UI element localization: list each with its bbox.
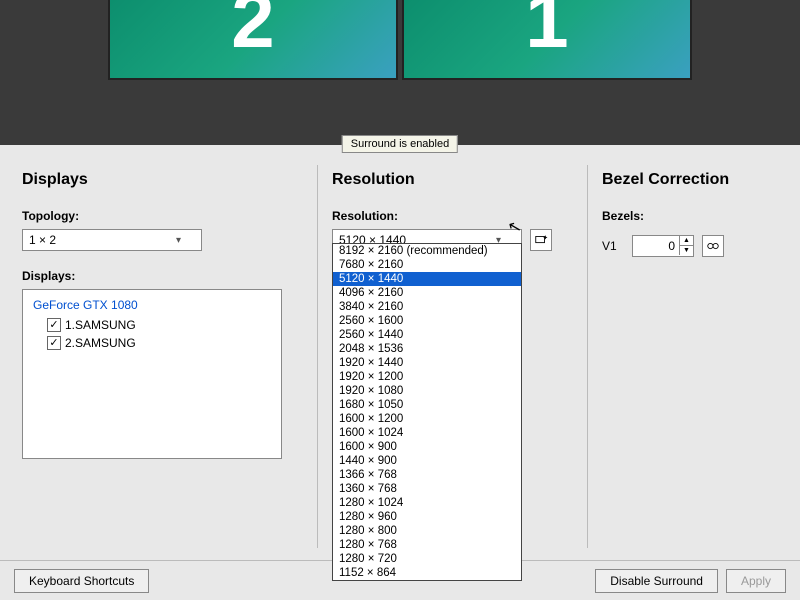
bezel-link-button[interactable]: [702, 235, 724, 257]
surround-enabled-tooltip: Surround is enabled: [342, 135, 458, 153]
resolution-option[interactable]: 2560 × 1600: [333, 314, 521, 328]
display-item-label: 2.SAMSUNG: [65, 336, 136, 350]
checkbox-checked-icon[interactable]: ✓: [47, 336, 61, 350]
resolution-option[interactable]: 1920 × 1440: [333, 356, 521, 370]
displays-list-label: Displays:: [22, 269, 303, 283]
bezel-v1-input[interactable]: [633, 236, 679, 256]
bezel-v1-label: V1: [602, 239, 624, 253]
resolution-option[interactable]: 1280 × 800: [333, 524, 521, 538]
resolution-dropdown-list[interactable]: 8192 × 2160 (recommended)7680 × 21605120…: [332, 243, 522, 581]
resolution-option[interactable]: 2048 × 1536: [333, 342, 521, 356]
resolution-option[interactable]: 8192 × 2160 (recommended): [333, 244, 521, 258]
display-item-label: 1.SAMSUNG: [65, 318, 136, 332]
resolution-option[interactable]: 1360 × 768: [333, 482, 521, 496]
resolution-option[interactable]: 3840 × 2160: [333, 300, 521, 314]
resolution-option[interactable]: 1280 × 720: [333, 552, 521, 566]
resolution-panel-title: Resolution: [332, 171, 573, 189]
link-icon: [706, 239, 720, 253]
resolution-option[interactable]: 1280 × 768: [333, 538, 521, 552]
topology-selected-value: 1 × 2: [29, 233, 56, 247]
keyboard-shortcuts-button[interactable]: Keyboard Shortcuts: [14, 569, 149, 593]
displays-list: GeForce GTX 1080 ✓ 1.SAMSUNG ✓ 2.SAMSUNG: [22, 289, 282, 459]
resolution-option[interactable]: 7680 × 2160: [333, 258, 521, 272]
bezel-correction-panel: Bezel Correction Bezels: V1 ▲ ▼: [588, 165, 792, 548]
resolution-panel: Resolution Resolution: 5120 × 1440 ▾ ↖ 8…: [318, 165, 588, 548]
resolution-option[interactable]: 1600 × 900: [333, 440, 521, 454]
chevron-down-icon: ▾: [176, 235, 181, 246]
spinner-up-icon[interactable]: ▲: [679, 236, 693, 246]
display-item-1[interactable]: ✓ 1.SAMSUNG: [47, 318, 271, 332]
resolution-option[interactable]: 5120 × 1440: [333, 272, 521, 286]
resolution-label: Resolution:: [332, 209, 573, 223]
topology-label: Topology:: [22, 209, 303, 223]
topology-select[interactable]: 1 × 2 ▾: [22, 229, 202, 251]
resolution-option[interactable]: 1280 × 960: [333, 510, 521, 524]
resolution-option[interactable]: 1600 × 1024: [333, 426, 521, 440]
gpu-name: GeForce GTX 1080: [33, 298, 271, 312]
resolution-option[interactable]: 1152 × 864: [333, 566, 521, 580]
monitor-preview-area: 2 1 Surround is enabled: [0, 0, 800, 145]
checkbox-checked-icon[interactable]: ✓: [47, 318, 61, 332]
add-custom-resolution-button[interactable]: [530, 229, 552, 251]
resolution-option[interactable]: 1280 × 1024: [333, 496, 521, 510]
add-monitor-icon: [534, 233, 548, 247]
display-item-2[interactable]: ✓ 2.SAMSUNG: [47, 336, 271, 350]
config-panels: Displays Topology: 1 × 2 ▾ Displays: GeF…: [0, 145, 800, 560]
spinner-down-icon[interactable]: ▼: [679, 246, 693, 255]
bezels-label: Bezels:: [602, 209, 778, 223]
resolution-option[interactable]: 1920 × 1200: [333, 370, 521, 384]
resolution-option[interactable]: 1920 × 1080: [333, 384, 521, 398]
monitor-group: 2 1: [108, 0, 692, 80]
resolution-option[interactable]: 1600 × 1200: [333, 412, 521, 426]
displays-panel-title: Displays: [22, 171, 303, 189]
resolution-option[interactable]: 2560 × 1440: [333, 328, 521, 342]
resolution-option[interactable]: 1680 × 1050: [333, 398, 521, 412]
bezel-v1-spinner[interactable]: ▲ ▼: [632, 235, 694, 257]
disable-surround-button[interactable]: Disable Surround: [595, 569, 718, 593]
bezel-panel-title: Bezel Correction: [602, 171, 778, 189]
resolution-option[interactable]: 4096 × 2160: [333, 286, 521, 300]
apply-button[interactable]: Apply: [726, 569, 786, 593]
nvidia-surround-setup: 2 1 Surround is enabled Displays Topolog…: [0, 0, 800, 600]
resolution-option[interactable]: 1440 × 900: [333, 454, 521, 468]
monitor-2[interactable]: 2: [108, 0, 398, 80]
monitor-1[interactable]: 1: [402, 0, 692, 80]
resolution-option[interactable]: 1366 × 768: [333, 468, 521, 482]
displays-panel: Displays Topology: 1 × 2 ▾ Displays: GeF…: [8, 165, 318, 548]
